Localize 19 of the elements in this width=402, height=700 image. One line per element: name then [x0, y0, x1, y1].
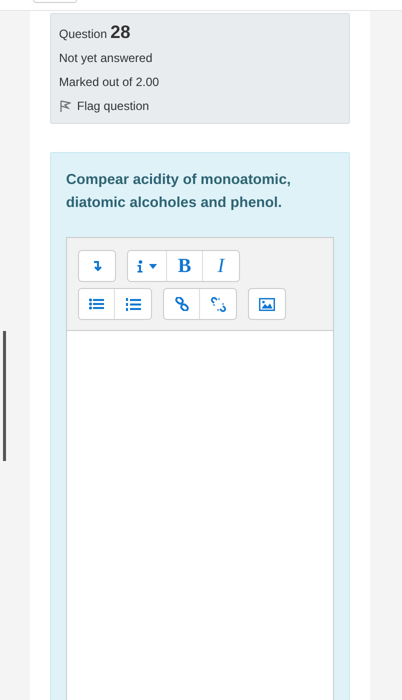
question-text: Compear acidity of monoatomic, diatomic alcoholes and phenol. — [66, 171, 292, 213]
info-button[interactable] — [128, 251, 167, 281]
flag-icon[interactable] — [59, 100, 71, 112]
bullet-list-icon — [89, 298, 104, 310]
status-text: Not yet answered — [59, 51, 154, 65]
caret-icon — [149, 264, 157, 268]
image-button[interactable] — [249, 289, 285, 319]
flag-link[interactable]: Flag question — [77, 99, 150, 113]
question-number: Question 28 — [59, 22, 132, 43]
bullet-list-button[interactable] — [79, 289, 115, 319]
mark-text: Marked out of 2.00 — [59, 75, 160, 89]
info-icon — [137, 260, 143, 272]
link-icon — [174, 297, 188, 311]
collapse-button[interactable] — [79, 251, 115, 281]
unlink-icon — [210, 296, 226, 312]
image-icon — [259, 298, 275, 310]
numbered-list-icon — [126, 298, 140, 310]
link-button[interactable] — [164, 289, 200, 319]
arrow-down-icon — [92, 260, 102, 272]
